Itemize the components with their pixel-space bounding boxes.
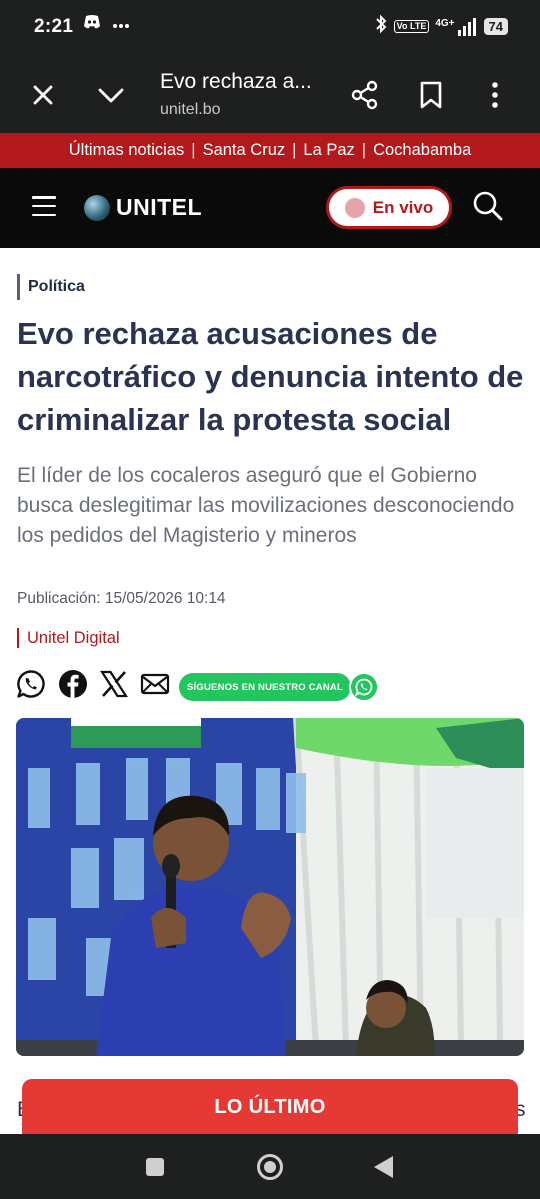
bluetooth-icon [374, 14, 388, 39]
follow-channel-label: SÍGUENOS EN NUESTRO CANAL [179, 673, 351, 701]
signal-4g-icon: 4G+ [435, 17, 477, 36]
top-nav: Últimas noticias | Santa Cruz | La Paz |… [0, 133, 540, 168]
status-time: 2:21 [34, 16, 74, 37]
back-icon[interactable] [374, 1156, 393, 1178]
follow-channel-button[interactable]: SÍGUENOS EN NUESTRO CANAL [179, 672, 379, 702]
tab-url: unitel.bo [160, 101, 221, 118]
nav-link-ultimas[interactable]: Últimas noticias [69, 141, 185, 160]
logo-mark [84, 194, 110, 221]
browser-tab-header: Evo rechaza a... unitel.bo [0, 56, 540, 133]
live-label: En vivo [372, 197, 434, 217]
latest-news-button[interactable]: LO ÚLTIMO [22, 1079, 518, 1135]
nav-link-la-paz[interactable]: La Paz [303, 141, 354, 160]
live-button[interactable]: En vivo [326, 186, 452, 229]
nav-link-cochabamba[interactable]: Cochabamba [373, 141, 471, 160]
logo-text: UNITEL [116, 194, 203, 220]
article-photo [16, 718, 524, 1056]
recents-icon[interactable] [146, 1158, 164, 1176]
more-dots-icon [112, 16, 130, 34]
more-vertical-icon[interactable] [483, 80, 507, 115]
email-icon[interactable] [140, 672, 170, 696]
article-author[interactable]: Unitel Digital [17, 628, 120, 648]
discord-icon [82, 14, 102, 35]
share-icon[interactable] [350, 80, 380, 115]
share-row [16, 669, 182, 699]
nav-separator: | [361, 141, 367, 159]
whatsapp-icon[interactable] [16, 669, 46, 699]
home-icon[interactable] [257, 1154, 283, 1180]
chevron-down-icon[interactable] [96, 82, 126, 113]
nav-link-santa-cruz[interactable]: Santa Cruz [203, 141, 286, 160]
volte-icon: Vo LTE [393, 20, 430, 33]
status-right-icons: Vo LTE 4G+ 74 [374, 14, 508, 39]
system-nav-bar [0, 1134, 540, 1199]
status-bar: 2:21 Vo LTE 4G+ 74 [0, 0, 540, 56]
whatsapp-channel-icon [349, 672, 379, 702]
bookmark-icon[interactable] [418, 80, 444, 115]
article-summary: El líder de los cocaleros aseguró que el… [17, 464, 515, 547]
menu-icon[interactable] [32, 196, 56, 216]
article-category[interactable]: Política [17, 274, 85, 300]
article-headline: Evo rechaza acusaciones de narcotráfico … [17, 316, 524, 437]
nav-separator: | [191, 141, 196, 159]
nav-separator: | [292, 141, 297, 159]
x-icon[interactable] [100, 670, 128, 698]
tab-title: Evo rechaza a... [160, 70, 312, 93]
site-logo[interactable]: UNITEL [84, 194, 202, 221]
search-icon[interactable] [472, 190, 504, 227]
status-left-icons [82, 14, 130, 35]
facebook-icon[interactable] [58, 669, 88, 699]
network-label: 4G+ [435, 17, 455, 29]
live-dot-icon [344, 197, 365, 218]
site-header: UNITEL En vivo [0, 168, 540, 248]
close-icon[interactable] [28, 80, 58, 115]
publication-date: Publicación: 15/05/2026 10:14 [17, 590, 226, 607]
battery-icon: 74 [483, 18, 508, 35]
